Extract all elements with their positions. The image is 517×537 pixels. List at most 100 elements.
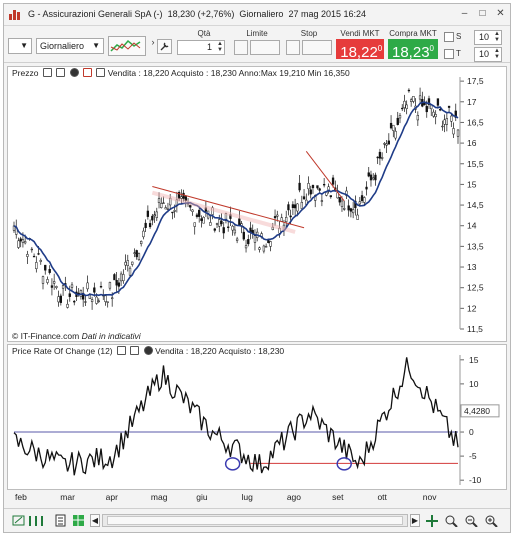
roc-tick-label: -5: [469, 451, 477, 461]
roc-indicator-panel: Price Rate Of Change (12) Vendita : 18,2…: [7, 344, 507, 490]
price-tick-label: 12: [467, 303, 477, 313]
roc-chart[interactable]: 151050-5-104,4280: [8, 345, 506, 489]
trading-window: G - Assicurazioni Generali SpA (-) 18,23…: [3, 3, 511, 533]
candle-body: [392, 124, 395, 131]
limit-price-input[interactable]: [250, 40, 280, 55]
qty-stepper[interactable]: 1 ▲ ▼: [177, 40, 225, 55]
candle-body: [351, 209, 355, 214]
grid-icon[interactable]: [72, 514, 85, 527]
limit-toggle-button[interactable]: [234, 40, 248, 55]
zoom-in-icon[interactable]: [484, 514, 500, 527]
qty-label: Qtà: [197, 29, 211, 38]
chart-type-icon[interactable]: [108, 36, 146, 56]
maximize-icon[interactable]: □: [476, 8, 489, 21]
candle-body: [273, 216, 277, 219]
minimize-icon[interactable]: –: [458, 8, 471, 21]
stepper-arrows-icon[interactable]: ▲ ▼: [494, 48, 500, 60]
wrench-graphic: [160, 42, 169, 51]
month-label: mag: [150, 492, 168, 502]
pan-icon[interactable]: [424, 514, 440, 527]
s-stepper[interactable]: 10 ▲ ▼: [474, 30, 502, 45]
wrench-icon[interactable]: [157, 39, 172, 54]
candle-body: [443, 119, 446, 125]
candle-body: [439, 109, 442, 111]
candle-body: [57, 296, 60, 303]
candle-body: [340, 200, 344, 207]
sell-price: 18,22: [340, 44, 378, 61]
candle-body: [432, 111, 435, 117]
period-select[interactable]: Giornaliero ▼: [36, 38, 104, 54]
candle-body: [441, 125, 444, 128]
buy-market-button[interactable]: 18,230: [388, 39, 438, 61]
title-instrument: G - Assicurazioni Generali SpA (-): [28, 9, 163, 19]
scroll-left-icon[interactable]: ◀: [90, 514, 100, 527]
close-icon[interactable]: ✕: [494, 8, 507, 21]
candle-body: [70, 284, 74, 288]
time-axis: feb mar apr mag giu lug ago set ott nov: [7, 492, 507, 504]
stepper-arrows-icon[interactable]: ▲ ▼: [217, 41, 223, 53]
candle-body: [309, 189, 312, 195]
stepper-arrows-icon[interactable]: ▲ ▼: [494, 31, 500, 43]
candle-body: [111, 297, 114, 300]
candle-body: [407, 89, 411, 92]
roc-line: [13, 357, 459, 476]
candle-body: [115, 279, 118, 286]
price-tick-label: 15,5: [467, 159, 484, 169]
sell-market-button[interactable]: 18,220: [336, 39, 384, 61]
candle-body: [416, 115, 419, 121]
zoom-out-icon[interactable]: [464, 514, 480, 527]
candle-body: [86, 282, 89, 290]
candle-body: [106, 301, 109, 303]
candle-body: [162, 202, 165, 204]
candle-body: [394, 130, 397, 139]
scrollbar-thumb[interactable]: [107, 516, 403, 525]
zoom-dates-icon[interactable]: [28, 514, 48, 527]
s-checkbox[interactable]: [444, 32, 454, 42]
candle-body: [191, 209, 194, 212]
candle-body: [200, 218, 203, 221]
draw-tool-icon[interactable]: [12, 514, 25, 527]
stop-price-input[interactable]: [302, 40, 332, 55]
instrument-select[interactable]: ▼: [8, 38, 32, 54]
s-value: 10: [478, 32, 489, 42]
scroll-right-icon[interactable]: ▶: [410, 514, 420, 527]
time-scrollbar[interactable]: [102, 514, 408, 527]
t-checkbox[interactable]: [444, 49, 454, 59]
candle-body: [108, 282, 112, 289]
data-disclaimer: Dati in indicativi: [81, 331, 141, 341]
candle-body: [73, 300, 76, 303]
candle-body: [385, 143, 388, 146]
candle-body: [37, 253, 40, 255]
candle-body: [285, 217, 288, 222]
candle-body: [264, 246, 268, 248]
month-label: ago: [286, 492, 302, 502]
candle-body: [21, 239, 25, 243]
price-chart[interactable]: 17,5 17 16,5 16 15,5 15 14,5 14 13,5 13 12,5 12 11,5: [8, 67, 506, 341]
month-label: lug: [241, 492, 253, 502]
calculator-icon[interactable]: [54, 514, 67, 527]
candle-body: [311, 185, 315, 189]
candle-body: [215, 223, 219, 225]
candle-body: [104, 295, 107, 302]
candle-body: [173, 210, 176, 212]
zoom-area-icon[interactable]: [444, 514, 460, 527]
price-tick-label: 16: [467, 138, 477, 148]
candle-body: [238, 218, 241, 226]
chevron-right-icon[interactable]: ›: [150, 37, 156, 47]
stop-toggle-button[interactable]: [286, 40, 300, 55]
candle-body: [376, 156, 379, 159]
candle-body: [380, 157, 384, 159]
candle-body: [300, 202, 303, 209]
price-tick-label: 14: [467, 221, 477, 231]
chart-app-icon: [9, 9, 23, 20]
candle-body: [372, 177, 375, 180]
moving-average-line: [13, 101, 459, 297]
sell-label: Vendi MKT: [340, 29, 380, 38]
candle-body: [119, 273, 123, 282]
candle-body: [396, 117, 399, 125]
candle-body: [331, 177, 335, 185]
candle-body: [387, 140, 390, 145]
t-stepper[interactable]: 10 ▲ ▼: [474, 47, 502, 62]
candle-body: [151, 215, 154, 221]
title-price: 18,230 (+2,76%): [167, 9, 235, 19]
